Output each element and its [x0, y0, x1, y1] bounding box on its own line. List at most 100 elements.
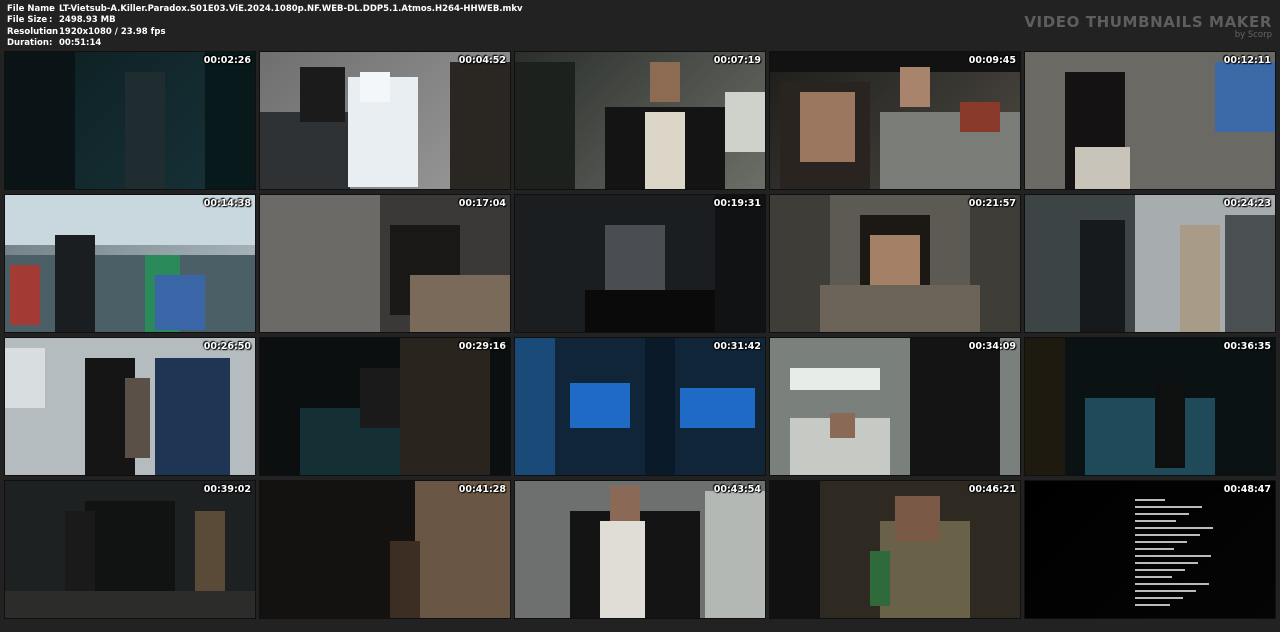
- info-separator: :: [49, 4, 53, 14]
- thumbnail-frame: 00:48:47: [1024, 480, 1276, 619]
- brand-title: VIDEO THUMBNAILS MAKER: [1024, 13, 1272, 31]
- info-row-file-name: File Name : LT-Vietsub-A.Killer.Paradox.…: [7, 4, 523, 15]
- credit-line: [1135, 541, 1187, 543]
- scene-shape: [155, 358, 230, 475]
- scene-shape: [1155, 383, 1185, 468]
- scene-shape: [600, 521, 645, 618]
- scene-shape: [870, 551, 890, 606]
- credit-line: [1135, 499, 1165, 501]
- scene-shape: [1225, 215, 1275, 332]
- thumbnail-timestamp: 00:21:57: [968, 198, 1016, 209]
- thumbnail-timestamp: 00:02:26: [203, 55, 251, 66]
- thumbnail-timestamp: 00:19:31: [713, 198, 761, 209]
- scene-shape: [1085, 398, 1215, 475]
- credit-line: [1135, 548, 1174, 550]
- file-info-panel: File Name : LT-Vietsub-A.Killer.Paradox.…: [7, 4, 523, 49]
- scene-shape: [125, 72, 165, 189]
- info-row-duration: Duration : 00:51:14: [7, 38, 523, 49]
- scene-shape: [610, 486, 640, 521]
- thumbnail-timestamp: 00:09:45: [968, 55, 1016, 66]
- info-row-resolution: Resolution : 1920x1080 / 23.98 fps: [7, 27, 523, 38]
- scene-shape: [260, 112, 350, 189]
- info-value: 00:51:14: [59, 37, 102, 48]
- thumbnail-timestamp: 00:48:47: [1223, 484, 1271, 495]
- credit-line: [1135, 527, 1213, 529]
- scene-shape: [870, 235, 920, 285]
- scene-shape: [85, 501, 175, 601]
- scene-shape: [570, 383, 630, 428]
- scene-shape: [790, 368, 880, 390]
- info-value: 2498.93 MB: [59, 15, 116, 26]
- scene-shape: [300, 67, 345, 122]
- credit-line: [1135, 597, 1183, 599]
- scene-shape: [390, 541, 420, 618]
- credit-line: [1135, 506, 1202, 508]
- thumbnail-frame: 00:41:28: [259, 480, 511, 619]
- scene-shape: [680, 388, 755, 428]
- credit-line: [1135, 576, 1172, 578]
- scene-shape: [725, 92, 765, 152]
- info-label: File Size: [7, 15, 48, 26]
- info-value: 1920x1080 / 23.98 fps: [59, 26, 166, 37]
- scene-shape: [400, 338, 490, 475]
- info-separator: :: [49, 37, 53, 48]
- thumbnail-timestamp: 00:12:11: [1223, 55, 1271, 66]
- scene-shape: [820, 285, 980, 332]
- scene-shape: [645, 112, 685, 189]
- credit-line: [1135, 555, 1211, 557]
- thumbnail-frame: 00:04:52: [259, 51, 511, 190]
- credit-line: [1135, 583, 1209, 585]
- scene-shape: [585, 290, 715, 332]
- thumbnail-frame: 00:14:38: [4, 194, 256, 333]
- scene-shape: [1180, 225, 1220, 332]
- info-label: File Name: [7, 4, 55, 14]
- thumbnail-timestamp: 00:36:35: [1223, 341, 1271, 352]
- scene-shape: [770, 481, 820, 618]
- thumbnail-timestamp: 00:24:23: [1223, 198, 1271, 209]
- scene-shape: [830, 413, 855, 438]
- credit-line: [1135, 604, 1170, 606]
- credit-line: [1135, 590, 1196, 592]
- scene-shape: [705, 491, 765, 618]
- scene-shape: [410, 275, 510, 332]
- scene-shape: [800, 92, 855, 162]
- info-separator: :: [49, 26, 53, 37]
- info-label: Duration: [7, 37, 49, 48]
- scene-shape: [900, 67, 930, 107]
- thumbnail-frame: 00:24:23: [1024, 194, 1276, 333]
- thumbnail-frame: 00:39:02: [4, 480, 256, 619]
- scene-shape: [960, 102, 1000, 132]
- thumbnail-frame: 00:12:11: [1024, 51, 1276, 190]
- thumbnail-frame: 00:02:26: [4, 51, 256, 190]
- credit-line: [1135, 520, 1176, 522]
- scene-shape: [645, 338, 675, 475]
- scene-shape: [360, 72, 390, 102]
- scene-shape: [415, 481, 510, 618]
- scene-shape: [715, 195, 765, 332]
- thumbnail-frame: 00:43:54: [514, 480, 766, 619]
- scene-shape: [895, 496, 940, 541]
- thumbnail-timestamp: 00:14:38: [203, 198, 251, 209]
- thumbnail-frame: 00:36:35: [1024, 337, 1276, 476]
- thumbnail-frame: 00:09:45: [769, 51, 1021, 190]
- thumbnail-timestamp: 00:07:19: [713, 55, 761, 66]
- scene-shape: [515, 62, 575, 189]
- scene-shape: [450, 62, 510, 189]
- scene-shape: [5, 348, 45, 408]
- scene-shape: [260, 195, 390, 332]
- credit-line: [1135, 569, 1185, 571]
- scene-shape: [5, 52, 75, 189]
- scene-shape: [605, 225, 665, 295]
- credit-line: [1135, 534, 1200, 536]
- thumbnail-timestamp: 00:34:09: [968, 341, 1016, 352]
- thumbnail-frame: 00:26:50: [4, 337, 256, 476]
- end-credits-text: [1135, 499, 1215, 611]
- scene-shape: [650, 62, 680, 102]
- thumbnail-frame: 00:34:09: [769, 337, 1021, 476]
- credit-line: [1135, 513, 1189, 515]
- thumbnail-timestamp: 00:31:42: [713, 341, 761, 352]
- thumbnail-frame: 00:31:42: [514, 337, 766, 476]
- thumbnail-frame: 00:19:31: [514, 194, 766, 333]
- scene-shape: [360, 368, 400, 428]
- scene-shape: [1075, 147, 1130, 189]
